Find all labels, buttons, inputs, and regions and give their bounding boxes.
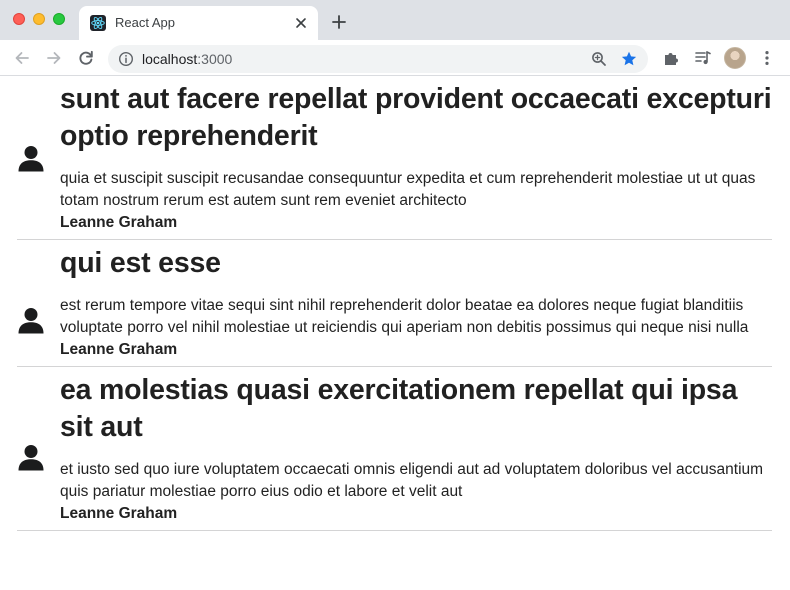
star-icon[interactable] (620, 50, 638, 68)
info-icon[interactable] (118, 51, 134, 67)
fullscreen-window-button[interactable] (53, 13, 65, 25)
post-item: qui est esse est rerum tempore vitae seq… (17, 240, 772, 367)
media-queue-icon[interactable] (694, 49, 712, 67)
tab-title: React App (115, 15, 175, 30)
tab-strip: React App (0, 0, 790, 40)
url-text[interactable]: localhost:3000 (142, 51, 232, 67)
post-title: sunt aut facere repellat provident occae… (60, 83, 772, 152)
post-body: ea molestias quasi exercitationem repell… (60, 367, 772, 530)
post-item: sunt aut facere repellat provident occae… (17, 76, 772, 240)
forward-arrow-icon[interactable] (45, 49, 63, 67)
react-logo-icon (90, 15, 106, 31)
kebab-menu-icon[interactable] (758, 49, 776, 67)
post-title: ea molestias quasi exercitationem repell… (60, 374, 738, 443)
reload-icon[interactable] (77, 49, 95, 67)
post-text: quia et suscipit suscipit recusandae con… (60, 170, 756, 209)
zoom-icon[interactable] (590, 50, 608, 68)
puzzle-icon[interactable] (662, 49, 680, 67)
post-author: Leanne Graham (60, 341, 178, 358)
post-title: qui est esse (60, 247, 221, 279)
user-icon (17, 144, 45, 172)
address-bar[interactable]: localhost:3000 (108, 45, 648, 73)
close-icon[interactable] (294, 16, 308, 30)
page-content: sunt aut facere repellat provident occae… (0, 76, 790, 590)
back-arrow-icon[interactable] (13, 49, 31, 67)
post-text: est rerum tempore vitae sequi sint nihil… (60, 297, 749, 336)
minimize-window-button[interactable] (33, 13, 45, 25)
post-author: Leanne Graham (60, 214, 178, 231)
browser-toolbar: localhost:3000 (0, 40, 790, 76)
post-text: et iusto sed quo iure voluptatem occaeca… (60, 461, 764, 500)
post-item: ea molestias quasi exercitationem repell… (17, 367, 772, 531)
url-port: :3000 (197, 51, 233, 67)
post-body: qui est esse est rerum tempore vitae seq… (60, 240, 772, 366)
post-body: sunt aut facere repellat provident occae… (60, 76, 772, 239)
tab-react-app[interactable]: React App (79, 6, 318, 40)
user-icon (17, 443, 45, 471)
plus-icon[interactable] (331, 14, 347, 30)
browser-window: React App localhost:3000 sunt aut facere… (0, 0, 790, 590)
post-author: Leanne Graham (60, 505, 178, 522)
url-host: localhost (142, 51, 198, 67)
user-icon (17, 306, 45, 334)
close-window-button[interactable] (13, 13, 25, 25)
profile-avatar[interactable] (724, 47, 746, 69)
